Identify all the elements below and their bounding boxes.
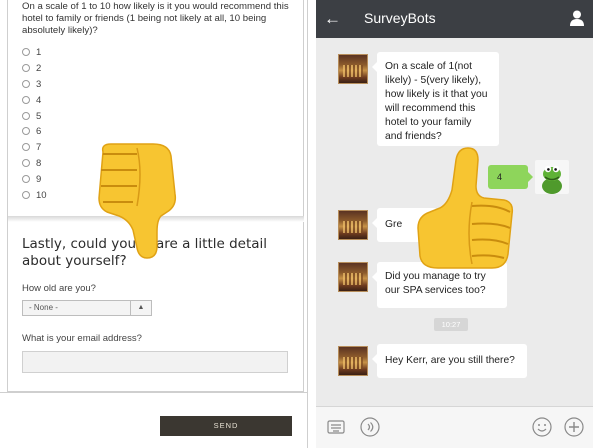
bot-avatar xyxy=(338,54,368,84)
keyboard-icon[interactable] xyxy=(326,417,346,437)
footer-divider xyxy=(0,392,307,393)
email-input[interactable] xyxy=(22,351,288,373)
radio-icon[interactable] xyxy=(22,143,30,151)
send-button[interactable]: SEND xyxy=(160,416,292,436)
caret-up-icon[interactable]: ▲ xyxy=(130,301,151,315)
age-select[interactable]: - None - ▲ xyxy=(22,300,152,316)
thumbs-up-emoji-icon xyxy=(417,147,514,269)
option-2[interactable]: 2 xyxy=(22,61,41,75)
kermit-avatar-icon xyxy=(542,165,562,194)
radio-icon[interactable] xyxy=(22,48,30,56)
radio-icon[interactable] xyxy=(22,96,30,104)
bot-avatar xyxy=(338,262,368,292)
radio-icon[interactable] xyxy=(22,64,30,72)
option-4[interactable]: 4 xyxy=(22,93,41,107)
thumbs-down-emoji-icon xyxy=(98,143,177,259)
radio-icon[interactable] xyxy=(22,191,30,199)
person-icon[interactable] xyxy=(570,10,584,26)
arrow-left-icon[interactable]: ← xyxy=(324,9,341,29)
radio-icon[interactable] xyxy=(22,159,30,167)
timestamp: 10:27 xyxy=(434,318,468,331)
voice-icon[interactable] xyxy=(360,417,380,437)
bot-message: On a scale of 1(not likely) - 5(very lik… xyxy=(372,52,499,146)
option-3[interactable]: 3 xyxy=(22,77,41,91)
radio-icon[interactable] xyxy=(22,80,30,88)
bot-avatar xyxy=(338,210,368,240)
option-6[interactable]: 6 xyxy=(22,124,41,138)
chat-app-panel: ← SurveyBots On a scale of 1(not likely)… xyxy=(316,0,593,448)
email-label: What is your email address? xyxy=(22,333,142,344)
age-label: How old are you? xyxy=(22,283,96,294)
bot-message: Hey Kerr, are you still there? xyxy=(372,344,527,378)
option-8[interactable]: 8 xyxy=(22,156,41,170)
option-1[interactable]: 1 xyxy=(22,45,41,59)
radio-icon[interactable] xyxy=(22,175,30,183)
input-bar xyxy=(316,406,593,448)
recommend-question: On a scale of 1 to 10 how likely is it y… xyxy=(22,1,289,36)
bot-avatar xyxy=(338,346,368,376)
radio-icon[interactable] xyxy=(22,127,30,135)
option-7[interactable]: 7 xyxy=(22,140,41,154)
option-5[interactable]: 5 xyxy=(22,109,41,123)
app-bar: ← SurveyBots xyxy=(316,0,593,38)
radio-icon[interactable] xyxy=(22,112,30,120)
plus-circle-icon[interactable] xyxy=(564,417,584,437)
app-title: SurveyBots xyxy=(364,10,436,26)
option-9[interactable]: 9 xyxy=(22,172,41,186)
option-10[interactable]: 10 xyxy=(22,188,47,202)
user-avatar xyxy=(535,160,569,194)
web-survey-panel: On a scale of 1 to 10 how likely is it y… xyxy=(0,0,308,448)
smiley-icon[interactable] xyxy=(532,417,552,437)
